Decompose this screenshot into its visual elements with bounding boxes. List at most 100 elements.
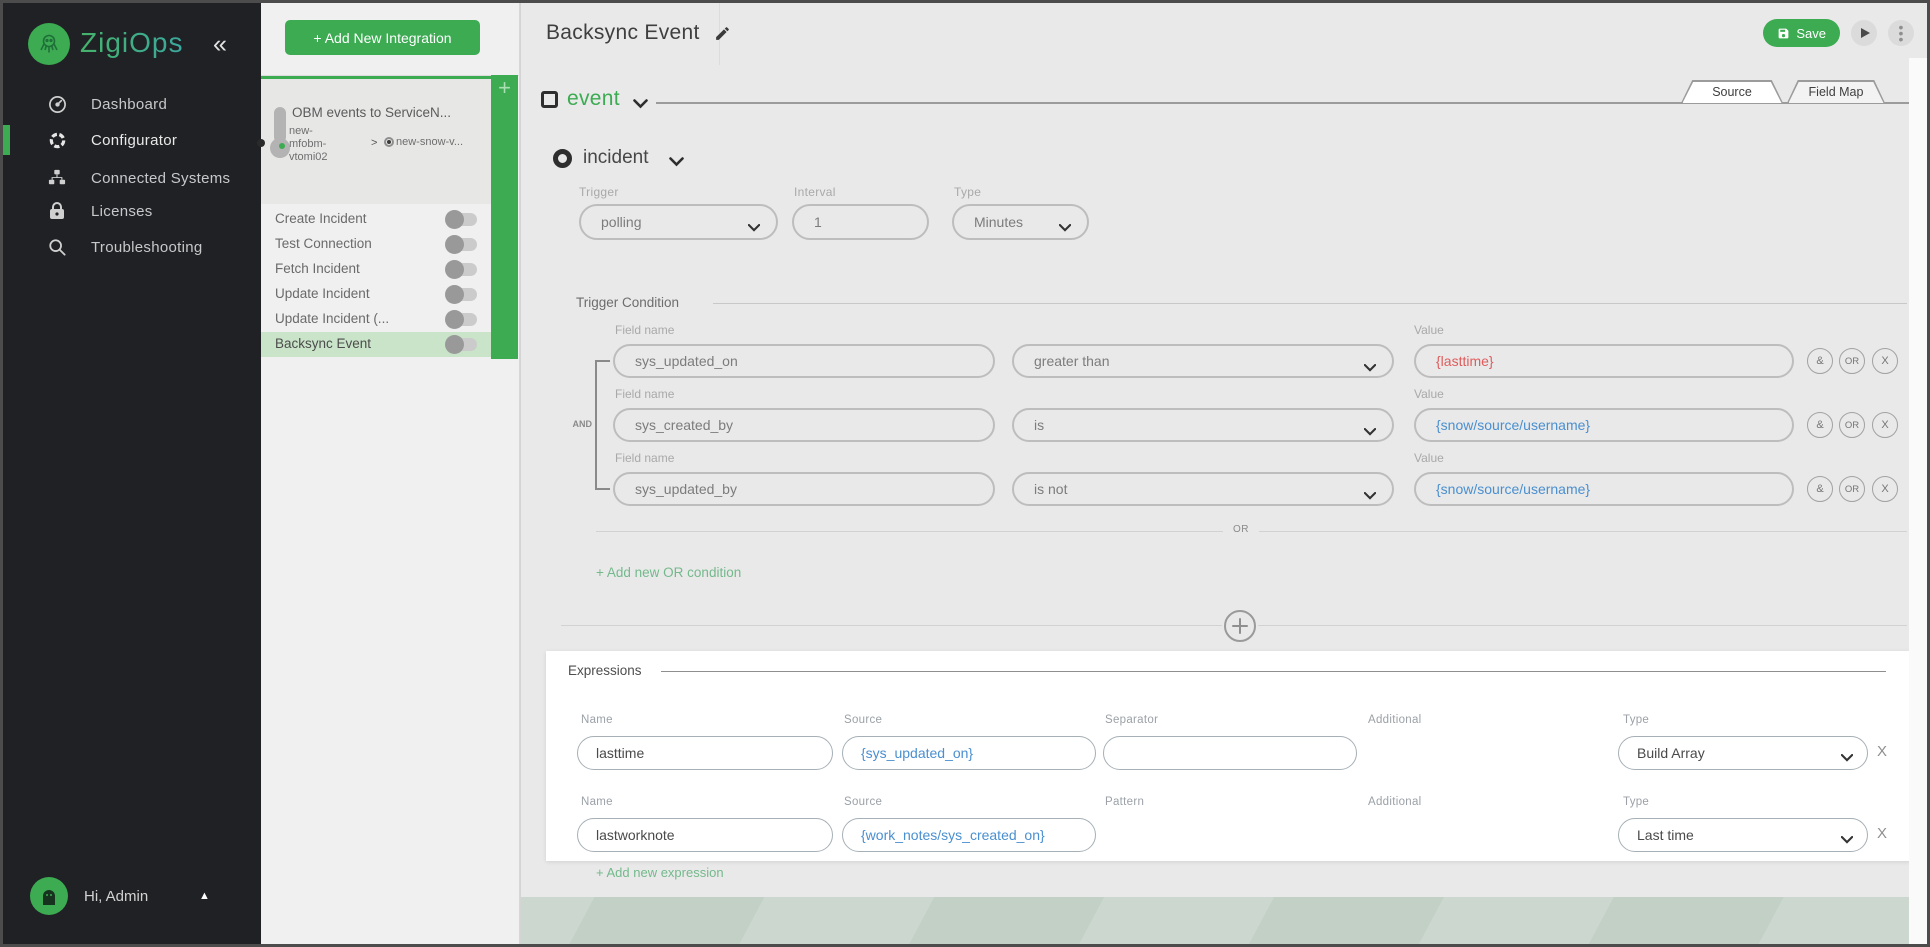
operation-toggle[interactable] xyxy=(447,263,477,276)
condition-operator-select[interactable]: is not xyxy=(1012,472,1394,506)
integrations-panel: + Add New Integration OBM events to Serv… xyxy=(261,3,520,944)
and-condition-button[interactable]: & xyxy=(1807,348,1833,374)
chevron-up-icon[interactable]: ▲ xyxy=(199,890,210,902)
expression-type-select[interactable]: Last time xyxy=(1618,818,1868,852)
condition-operator-select[interactable]: is xyxy=(1012,408,1394,442)
remove-condition-button[interactable]: X xyxy=(1872,476,1898,502)
or-condition-button[interactable]: OR xyxy=(1839,476,1865,502)
operation-row-create-incident[interactable]: Create Incident xyxy=(261,207,491,232)
field-value: sys_created_by xyxy=(635,417,733,433)
condition-value-input[interactable]: {lasttime} xyxy=(1414,344,1794,378)
chevron-down-icon[interactable] xyxy=(669,154,684,172)
condition-field-input[interactable]: sys_updated_on xyxy=(613,344,995,378)
chevron-down-icon[interactable] xyxy=(633,96,648,114)
operation-row-fetch-incident[interactable]: Fetch Incident xyxy=(261,257,491,282)
chevron-down-icon xyxy=(1364,359,1376,375)
sidebar-item-label: Configurator xyxy=(91,132,177,149)
type-select[interactable]: Minutes xyxy=(952,204,1089,240)
type-label: Type xyxy=(1623,714,1649,726)
expression-source-input[interactable]: {sys_updated_on} xyxy=(842,736,1096,770)
type-value: Minutes xyxy=(974,214,1023,230)
operation-toggle[interactable] xyxy=(447,213,477,226)
and-condition-button[interactable]: & xyxy=(1807,412,1833,438)
event-section-toggle[interactable]: event xyxy=(567,87,620,111)
remove-expression-button[interactable]: X xyxy=(1877,743,1887,760)
field-value: sys_updated_on xyxy=(635,353,738,369)
add-expression-link[interactable]: + Add new expression xyxy=(596,865,724,880)
expression-source-input[interactable]: {work_notes/sys_created_on} xyxy=(842,818,1096,852)
chevron-down-icon xyxy=(1364,487,1376,503)
interval-input[interactable]: 1 xyxy=(792,204,929,240)
remove-condition-button[interactable]: X xyxy=(1872,412,1898,438)
save-button[interactable]: Save xyxy=(1763,19,1840,47)
add-operation-icon[interactable]: + xyxy=(491,75,518,101)
add-condition-block-button[interactable] xyxy=(1222,608,1258,644)
chevron-down-icon xyxy=(1841,831,1853,847)
operation-toggle[interactable] xyxy=(447,313,477,326)
troubleshooting-search-icon xyxy=(47,237,67,257)
save-icon xyxy=(1777,27,1790,40)
and-condition-button[interactable]: & xyxy=(1807,476,1833,502)
expression-name-input[interactable]: lastworknote xyxy=(577,818,833,852)
connector-dot xyxy=(257,139,265,147)
operation-toggle[interactable] xyxy=(447,338,477,351)
value-label: Value xyxy=(1414,323,1444,337)
collapse-sidebar-icon[interactable]: « xyxy=(213,30,227,59)
chevron-down-icon xyxy=(1059,219,1071,235)
trigger-select[interactable]: polling xyxy=(579,204,778,240)
expression-name-input[interactable]: lasttime xyxy=(577,736,833,770)
incident-section-toggle[interactable]: incident xyxy=(583,147,649,169)
trigger-condition-title: Trigger Condition xyxy=(576,295,679,310)
user-menu[interactable]: Hi, Admin ▲ xyxy=(3,877,261,919)
source-label: Source xyxy=(844,714,882,726)
scrollbar-track[interactable] xyxy=(1909,58,1927,944)
trigger-label: Trigger xyxy=(579,185,619,199)
sidebar-item-connected-systems[interactable]: Connected Systems xyxy=(3,161,261,195)
operator-value: is xyxy=(1034,417,1044,433)
run-button[interactable] xyxy=(1851,20,1877,46)
sidebar-item-label: Connected Systems xyxy=(91,170,230,187)
tab-field-map[interactable]: Field Map xyxy=(1787,80,1885,103)
condition-field-input[interactable]: sys_created_by xyxy=(613,408,995,442)
configurator-icon xyxy=(47,130,67,150)
operation-row-update-incident-2[interactable]: Update Incident (... xyxy=(261,307,491,332)
brand-name: ZigiOps xyxy=(80,27,183,59)
operation-label: Update Incident (... xyxy=(275,311,389,326)
sidebar-item-dashboard[interactable]: Dashboard xyxy=(3,87,261,121)
expression-type-select[interactable]: Build Array xyxy=(1618,736,1868,770)
operation-label: Backsync Event xyxy=(275,336,371,351)
condition-value-input[interactable]: {snow/source/username} xyxy=(1414,472,1794,506)
tab-source[interactable]: Source xyxy=(1681,80,1783,103)
or-condition-button[interactable]: OR xyxy=(1839,348,1865,374)
operation-toggle[interactable] xyxy=(447,238,477,251)
user-greeting: Hi, Admin xyxy=(84,888,148,905)
more-options-button[interactable]: ••• xyxy=(1888,20,1914,46)
zigiops-logo-icon xyxy=(28,23,70,65)
remove-condition-button[interactable]: X xyxy=(1872,348,1898,374)
remove-expression-button[interactable]: X xyxy=(1877,825,1887,842)
page-title: Backsync Event xyxy=(546,21,700,45)
operation-row-backsync-event[interactable]: Backsync Event xyxy=(261,332,491,357)
expression-separator-input[interactable] xyxy=(1103,736,1357,770)
edit-title-icon[interactable] xyxy=(714,25,731,42)
operation-label: Update Incident xyxy=(275,286,370,301)
condition-field-input[interactable]: sys_updated_by xyxy=(613,472,995,506)
sidebar-item-licenses[interactable]: Licenses xyxy=(3,194,261,228)
condition-value-input[interactable]: {snow/source/username} xyxy=(1414,408,1794,442)
condition-operator-select[interactable]: greater than xyxy=(1012,344,1394,378)
interval-label: Interval xyxy=(794,185,836,199)
sidebar-item-configurator[interactable]: Configurator xyxy=(3,123,261,157)
operation-row-update-incident[interactable]: Update Incident xyxy=(261,282,491,307)
integration-card[interactable]: OBM events to ServiceN... new-mfobm-vtom… xyxy=(261,76,491,204)
chevron-down-icon xyxy=(1364,423,1376,439)
sidebar: ZigiOps « Dashboard Configurator Connect… xyxy=(3,3,261,944)
sidebar-item-troubleshooting[interactable]: Troubleshooting xyxy=(3,230,261,264)
add-new-integration-button[interactable]: + Add New Integration xyxy=(285,20,480,55)
operation-toggle[interactable] xyxy=(447,288,477,301)
operation-label: Create Incident xyxy=(275,211,367,226)
operation-row-test-connection[interactable]: Test Connection xyxy=(261,232,491,257)
connector-arrow: > xyxy=(371,137,377,149)
add-or-condition-link[interactable]: + Add new OR condition xyxy=(596,565,741,580)
integration-selector-strip: + xyxy=(491,75,518,359)
or-condition-button[interactable]: OR xyxy=(1839,412,1865,438)
